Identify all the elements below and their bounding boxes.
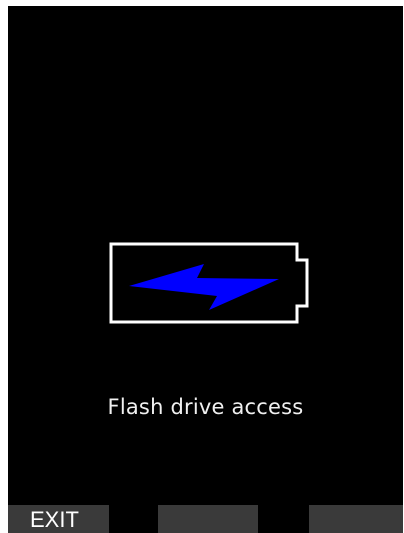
softkey-3[interactable] xyxy=(309,505,403,533)
status-message: Flash drive access xyxy=(107,395,304,419)
softkey-2[interactable] xyxy=(158,505,258,533)
softkey-bar: EXIT xyxy=(8,505,403,533)
battery-charging-icon xyxy=(109,242,309,324)
device-screen: Flash drive access EXIT xyxy=(8,6,403,533)
exit-softkey[interactable]: EXIT xyxy=(8,505,109,533)
lightning-bolt-icon xyxy=(129,264,279,310)
